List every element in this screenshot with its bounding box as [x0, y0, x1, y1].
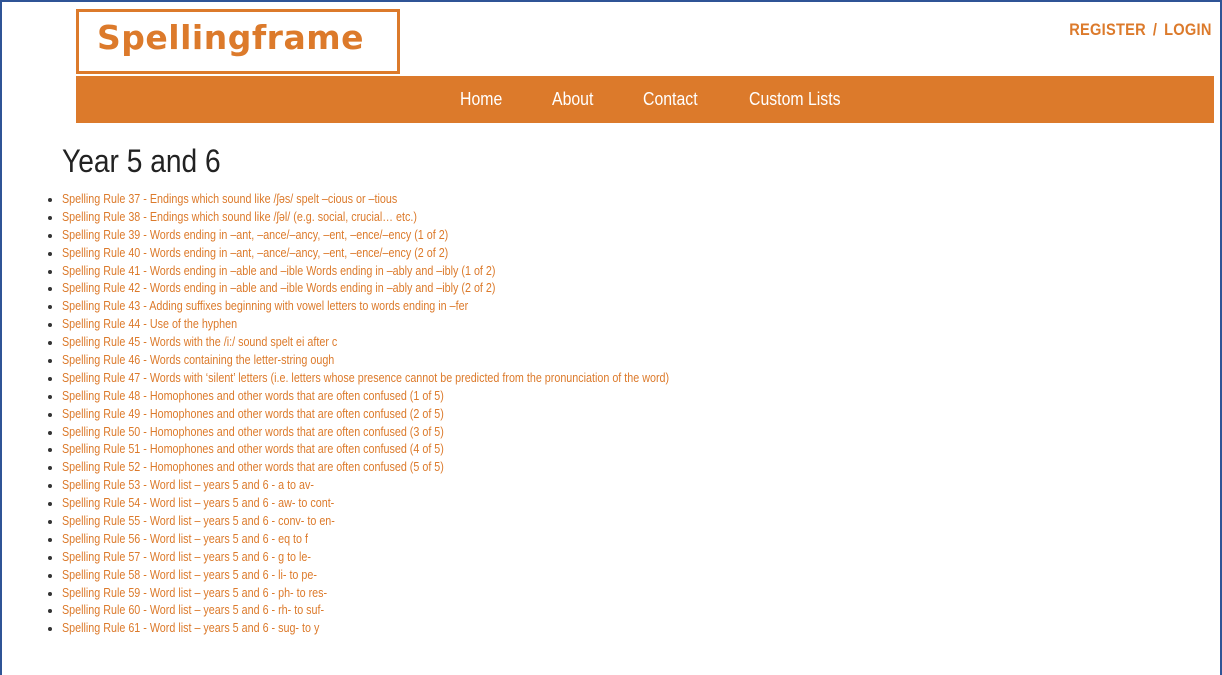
bullet-icon: [48, 537, 52, 542]
logo-text: Spellingframe: [97, 18, 364, 57]
bullet-icon: [48, 305, 52, 310]
bullet-icon: [48, 591, 52, 596]
bullet-icon: [48, 502, 52, 507]
list-item: Spelling Rule 39 - Words ending in –ant,…: [48, 227, 768, 245]
bullet-icon: [48, 609, 52, 614]
rule-link[interactable]: Spelling Rule 47 - Words with ‘silent’ l…: [62, 370, 669, 388]
bullet-icon: [48, 448, 52, 453]
list-item: Spelling Rule 43 - Adding suffixes begin…: [48, 298, 768, 316]
list-item: Spelling Rule 58 - Word list – years 5 a…: [48, 567, 768, 585]
bullet-icon: [48, 215, 52, 220]
site-logo[interactable]: Spellingframe: [76, 9, 400, 74]
nav-item-about[interactable]: About: [552, 89, 593, 110]
bullet-icon: [48, 341, 52, 346]
bullet-icon: [48, 466, 52, 471]
rule-link[interactable]: Spelling Rule 48 - Homophones and other …: [62, 388, 444, 406]
bullet-icon: [48, 198, 52, 202]
rule-link[interactable]: Spelling Rule 53 - Word list – years 5 a…: [62, 477, 314, 495]
rule-link[interactable]: Spelling Rule 61 - Word list – years 5 a…: [62, 620, 319, 638]
bullet-icon: [48, 520, 52, 525]
bullet-icon: [48, 484, 52, 489]
rule-link[interactable]: Spelling Rule 56 - Word list – years 5 a…: [62, 531, 308, 549]
spelling-rules-list: Spelling Rule 37 - Endings which sound l…: [48, 191, 768, 638]
rule-link[interactable]: Spelling Rule 49 - Homophones and other …: [62, 406, 444, 424]
rule-link[interactable]: Spelling Rule 58 - Word list – years 5 a…: [62, 567, 317, 585]
list-item: Spelling Rule 47 - Words with ‘silent’ l…: [48, 370, 768, 388]
rule-link[interactable]: Spelling Rule 38 - Endings which sound l…: [62, 209, 417, 227]
list-item: Spelling Rule 44 - Use of the hyphen: [48, 316, 768, 334]
rule-link[interactable]: Spelling Rule 60 - Word list – years 5 a…: [62, 602, 324, 620]
bullet-icon: [48, 394, 52, 399]
auth-links: REGISTER / LOGIN: [1070, 20, 1212, 40]
rule-link[interactable]: Spelling Rule 45 - Words with the /i:/ s…: [62, 334, 337, 352]
auth-separator: /: [1153, 20, 1158, 39]
bullet-icon: [48, 430, 52, 435]
nav-items: Home About Contact Custom Lists: [460, 76, 897, 123]
list-item: Spelling Rule 42 - Words ending in –able…: [48, 280, 768, 298]
list-item: Spelling Rule 59 - Word list – years 5 a…: [48, 585, 768, 603]
nav-item-custom-lists[interactable]: Custom Lists: [749, 89, 841, 110]
list-item: Spelling Rule 45 - Words with the /i:/ s…: [48, 334, 768, 352]
bullet-icon: [48, 251, 52, 256]
rule-link[interactable]: Spelling Rule 39 - Words ending in –ant,…: [62, 227, 448, 245]
list-item: Spelling Rule 49 - Homophones and other …: [48, 406, 768, 424]
register-link[interactable]: REGISTER: [1070, 20, 1147, 39]
list-item: Spelling Rule 60 - Word list – years 5 a…: [48, 602, 768, 620]
bullet-icon: [48, 376, 52, 381]
rule-link[interactable]: Spelling Rule 57 - Word list – years 5 a…: [62, 549, 311, 567]
nav-item-contact[interactable]: Contact: [643, 89, 698, 110]
rule-link[interactable]: Spelling Rule 59 - Word list – years 5 a…: [62, 585, 327, 603]
list-item: Spelling Rule 55 - Word list – years 5 a…: [48, 513, 768, 531]
rule-link[interactable]: Spelling Rule 51 - Homophones and other …: [62, 441, 444, 459]
rule-link[interactable]: Spelling Rule 40 - Words ending in –ant,…: [62, 245, 448, 263]
list-item: Spelling Rule 51 - Homophones and other …: [48, 441, 768, 459]
bullet-icon: [48, 359, 52, 364]
bullet-icon: [48, 233, 52, 238]
bullet-icon: [48, 287, 52, 292]
bullet-icon: [48, 412, 52, 417]
page-title: Year 5 and 6: [62, 143, 221, 179]
rule-link[interactable]: Spelling Rule 42 - Words ending in –able…: [62, 280, 495, 298]
main-nav: Home About Contact Custom Lists: [76, 76, 1214, 123]
list-item: Spelling Rule 54 - Word list – years 5 a…: [48, 495, 768, 513]
list-item: Spelling Rule 61 - Word list – years 5 a…: [48, 620, 768, 638]
list-item: Spelling Rule 50 - Homophones and other …: [48, 424, 768, 442]
rule-link[interactable]: Spelling Rule 55 - Word list – years 5 a…: [62, 513, 335, 531]
list-item: Spelling Rule 57 - Word list – years 5 a…: [48, 549, 768, 567]
bullet-icon: [48, 573, 52, 578]
rule-link[interactable]: Spelling Rule 46 - Words containing the …: [62, 352, 334, 370]
list-item: Spelling Rule 56 - Word list – years 5 a…: [48, 531, 768, 549]
list-item: Spelling Rule 46 - Words containing the …: [48, 352, 768, 370]
rule-link[interactable]: Spelling Rule 37 - Endings which sound l…: [62, 191, 397, 209]
rule-link[interactable]: Spelling Rule 43 - Adding suffixes begin…: [62, 298, 468, 316]
login-link[interactable]: LOGIN: [1164, 20, 1212, 39]
rule-link[interactable]: Spelling Rule 52 - Homophones and other …: [62, 459, 444, 477]
bullet-icon: [48, 269, 52, 274]
list-item: Spelling Rule 48 - Homophones and other …: [48, 388, 768, 406]
list-item: Spelling Rule 53 - Word list – years 5 a…: [48, 477, 768, 495]
rule-link[interactable]: Spelling Rule 44 - Use of the hyphen: [62, 316, 237, 334]
list-item: Spelling Rule 52 - Homophones and other …: [48, 459, 768, 477]
list-item: Spelling Rule 38 - Endings which sound l…: [48, 209, 768, 227]
bullet-icon: [48, 323, 52, 328]
bullet-icon: [48, 627, 52, 632]
rule-link[interactable]: Spelling Rule 41 - Words ending in –able…: [62, 263, 495, 281]
rule-link[interactable]: Spelling Rule 54 - Word list – years 5 a…: [62, 495, 334, 513]
bullet-icon: [48, 555, 52, 560]
rule-link[interactable]: Spelling Rule 50 - Homophones and other …: [62, 424, 444, 442]
list-item: Spelling Rule 37 - Endings which sound l…: [48, 191, 768, 209]
list-item: Spelling Rule 41 - Words ending in –able…: [48, 263, 768, 281]
list-item: Spelling Rule 40 - Words ending in –ant,…: [48, 245, 768, 263]
nav-item-home[interactable]: Home: [460, 89, 502, 110]
